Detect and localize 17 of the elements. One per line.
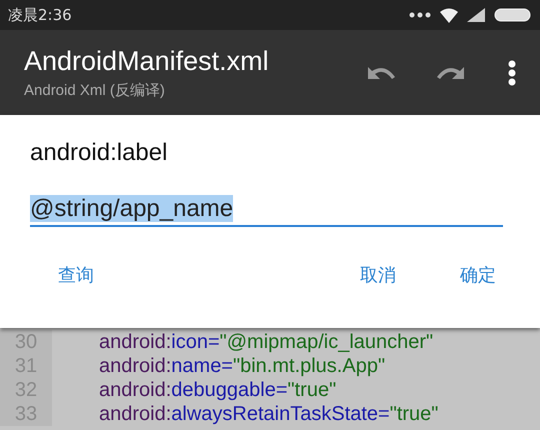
- dialog-button[interactable]: 确定: [456, 259, 500, 291]
- battery-icon: [494, 8, 532, 22]
- more-icon[interactable]: [508, 60, 516, 86]
- dialog-button[interactable]: 取消: [356, 259, 400, 291]
- code-line: android:debuggable="true": [99, 378, 336, 402]
- code-line: android:alwaysRetainTaskState="true": [99, 402, 438, 426]
- input-field[interactable]: @string/app_name: [30, 195, 503, 227]
- file-title: AndroidManifest.xml: [24, 46, 269, 76]
- dots-icon: [409, 12, 431, 18]
- wifi-icon: [440, 8, 458, 22]
- status-time: 凌晨2:36: [8, 6, 72, 24]
- code-line: android:name="bin.mt.plus.App": [99, 354, 386, 378]
- file-subtitle: Android Xml (反编译): [24, 80, 166, 100]
- code-line: android:icon="@mipmap/ic_launcher": [99, 330, 434, 354]
- signal-icon: [467, 8, 485, 22]
- dialog-title: android:label: [30, 139, 168, 167]
- dialog-button[interactable]: 查询: [54, 259, 98, 291]
